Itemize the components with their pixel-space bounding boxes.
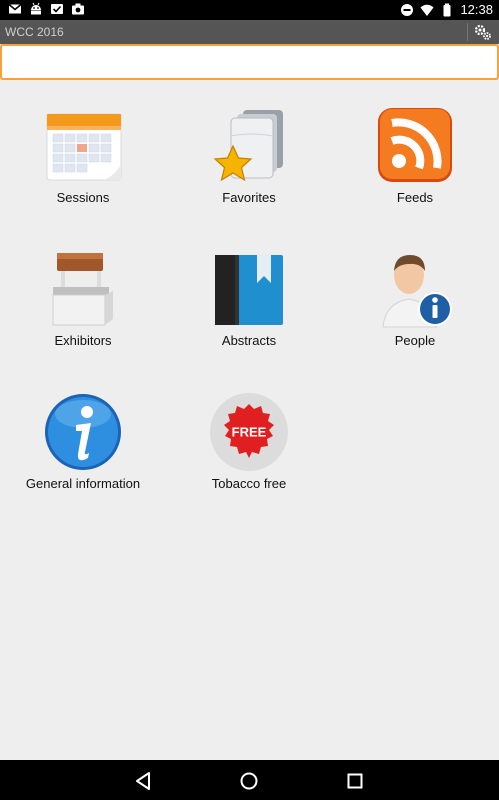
battery-icon <box>443 3 451 17</box>
tile-tobacco-free[interactable]: FREE Tobacco free <box>166 392 332 512</box>
tile-label: Tobacco free <box>211 476 287 491</box>
tile-label: Abstracts <box>221 333 277 348</box>
android-icon <box>31 2 41 15</box>
image-check-icon <box>51 4 63 14</box>
tile-label: People <box>394 333 436 348</box>
clock: 12:38 <box>460 2 493 17</box>
free-badge-icon: FREE <box>210 393 288 471</box>
rss-feed-icon <box>378 108 452 182</box>
tile-label: Sessions <box>56 190 110 205</box>
status-bar: 12:38 <box>0 0 499 20</box>
tile-exhibitors[interactable]: Exhibitors <box>0 249 166 369</box>
back-icon[interactable] <box>133 770 155 792</box>
book-bookmark-icon <box>215 255 283 325</box>
favorites-folder-star-icon <box>213 110 283 182</box>
tile-abstracts[interactable]: Abstracts <box>166 249 332 369</box>
tile-general-information[interactable]: General information <box>0 392 166 512</box>
tile-people[interactable]: People <box>332 249 498 369</box>
notification-icons <box>8 2 85 16</box>
app-title: WCC 2016 <box>5 25 64 39</box>
search-input[interactable] <box>0 44 499 80</box>
tile-favorites[interactable]: Favorites <box>166 106 332 226</box>
calendar-icon <box>46 113 122 181</box>
badge-text: FREE <box>232 425 267 440</box>
system-icons: 12:38 <box>400 2 493 18</box>
wifi-icon <box>420 4 434 16</box>
tile-label: Exhibitors <box>54 333 112 348</box>
tile-label: Feeds <box>396 190 434 205</box>
person-info-icon <box>382 255 452 328</box>
tile-feeds[interactable]: Feeds <box>332 106 498 226</box>
exhibitor-booth-icon <box>52 253 113 326</box>
tile-sessions[interactable]: Sessions <box>0 106 166 226</box>
camera-icon <box>72 3 84 15</box>
recents-icon[interactable] <box>344 770 366 792</box>
gmail-icon <box>8 3 22 14</box>
info-icon <box>45 394 121 470</box>
home-icon[interactable] <box>238 770 260 792</box>
do-not-disturb-icon <box>401 4 414 16</box>
tile-label: Favorites <box>222 190 276 205</box>
settings-gears-icon[interactable] <box>473 22 493 42</box>
system-nav-bar <box>0 760 499 800</box>
tile-label: General information <box>25 476 141 491</box>
app-title-bar: WCC 2016 <box>0 20 499 44</box>
title-bar-divider <box>467 23 468 41</box>
